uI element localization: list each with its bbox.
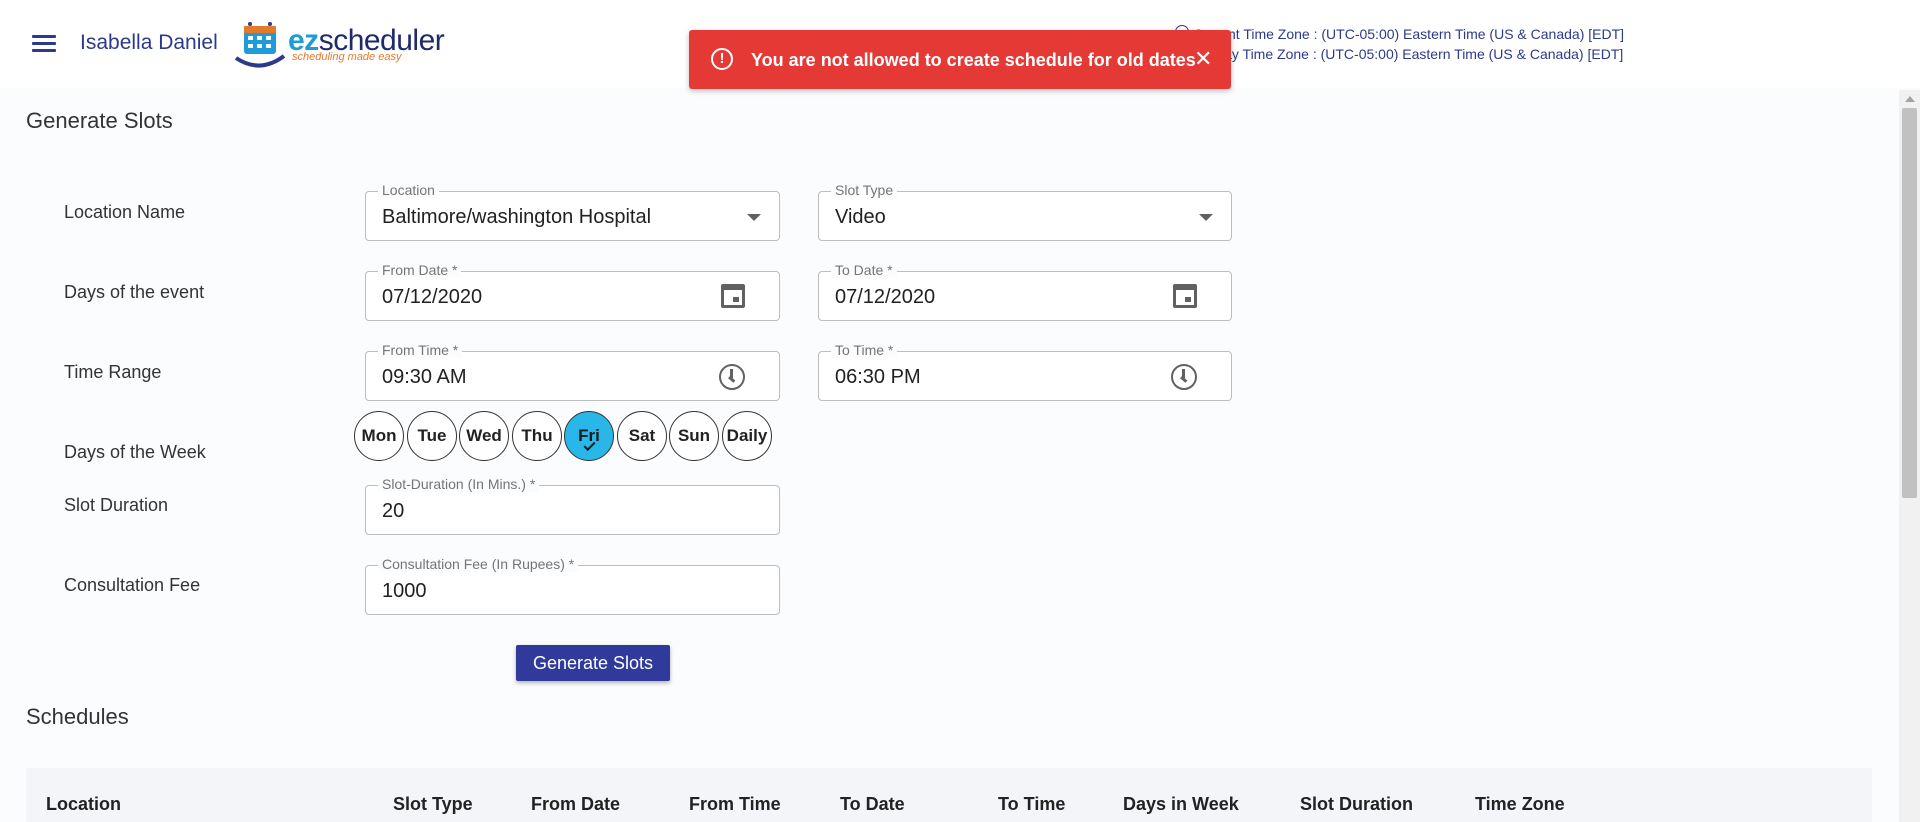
day-toggle-mon[interactable]: Mon xyxy=(354,411,404,461)
timezone-info: Current Time Zone : (UTC-05:00) Eastern … xyxy=(1175,24,1624,64)
column-header[interactable]: To Date xyxy=(840,794,905,815)
calendar-icon[interactable] xyxy=(1173,284,1197,308)
column-header[interactable]: From Time xyxy=(689,794,781,815)
generate-slots-button[interactable]: Generate Slots xyxy=(516,645,670,681)
days-of-week-label: Days of the Week xyxy=(64,442,206,462)
display-timezone: Display Time Zone : (UTC-05:00) Eastern … xyxy=(1193,46,1624,62)
column-header[interactable]: Days in Week xyxy=(1123,794,1239,815)
logo-tagline: scheduling made easy xyxy=(292,51,402,63)
slot-type-select[interactable]: Slot Type Video xyxy=(818,182,1232,241)
from-date-input[interactable]: From Date * 07/12/2020 xyxy=(365,262,780,321)
day-toggle-thu[interactable]: Thu xyxy=(512,411,562,461)
consultation-fee-input[interactable]: Consultation Fee (In Rupees) * 1000 xyxy=(365,556,780,615)
day-toggle-fri[interactable]: Fri xyxy=(564,411,614,461)
day-toggle-daily[interactable]: Daily xyxy=(722,411,772,461)
scrollbar-thumb[interactable] xyxy=(1902,108,1917,498)
close-icon[interactable]: ✕ xyxy=(1194,46,1212,72)
menu-icon[interactable] xyxy=(32,35,56,53)
generate-slots-title: Generate Slots xyxy=(26,108,173,133)
user-name: Isabella Daniel xyxy=(80,31,218,54)
slot-duration-label: Slot Duration xyxy=(64,495,169,515)
day-toggle-sat[interactable]: Sat xyxy=(617,411,667,461)
to-date-input[interactable]: To Date * 07/12/2020 xyxy=(818,262,1232,321)
column-header[interactable]: Location xyxy=(46,794,121,815)
day-toggle-wed[interactable]: Wed xyxy=(459,411,509,461)
calendar-icon[interactable] xyxy=(721,284,745,308)
column-header[interactable]: Slot Type xyxy=(393,794,473,815)
day-toggle-tue[interactable]: Tue xyxy=(407,411,457,461)
day-toggle-sun[interactable]: Sun xyxy=(669,411,719,461)
chevron-down-icon[interactable] xyxy=(747,214,761,221)
error-toast: ! You are not allowed to create schedule… xyxy=(689,30,1231,89)
schedules-table-header: Location Slot Type From Date From Time T… xyxy=(26,768,1872,822)
current-timezone: Current Time Zone : (UTC-05:00) Eastern … xyxy=(1193,26,1625,42)
page-scrollbar[interactable] xyxy=(1899,90,1920,822)
chevron-down-icon[interactable] xyxy=(1199,214,1213,221)
location-select[interactable]: Location Baltimore/washington Hospital xyxy=(365,182,780,241)
to-time-input[interactable]: To Time * 06:30 PM xyxy=(818,342,1232,401)
location-name-label: Location Name xyxy=(64,202,186,222)
slot-duration-input[interactable]: Slot-Duration (In Mins.) * 20 xyxy=(365,476,780,535)
calendar-logo-icon xyxy=(234,22,286,68)
column-header[interactable]: To Time xyxy=(998,794,1065,815)
ezscheduler-logo[interactable]: ezscheduler scheduling made easy xyxy=(232,18,447,68)
clock-icon[interactable] xyxy=(719,364,745,390)
toast-message: You are not allowed to create schedule f… xyxy=(751,50,1196,70)
column-header[interactable]: From Date xyxy=(531,794,620,815)
clock-icon[interactable] xyxy=(1171,364,1197,390)
column-header[interactable]: Slot Duration xyxy=(1300,794,1413,815)
time-range-label: Time Range xyxy=(64,362,162,382)
error-icon: ! xyxy=(711,48,733,70)
column-header[interactable]: Time Zone xyxy=(1475,794,1565,815)
scroll-up-icon[interactable] xyxy=(1905,96,1915,102)
schedules-title: Schedules xyxy=(26,704,129,729)
days-of-event-label: Days of the event xyxy=(64,282,205,302)
consultation-fee-label: Consultation Fee xyxy=(64,575,201,595)
from-time-input[interactable]: From Time * 09:30 AM xyxy=(365,342,780,401)
